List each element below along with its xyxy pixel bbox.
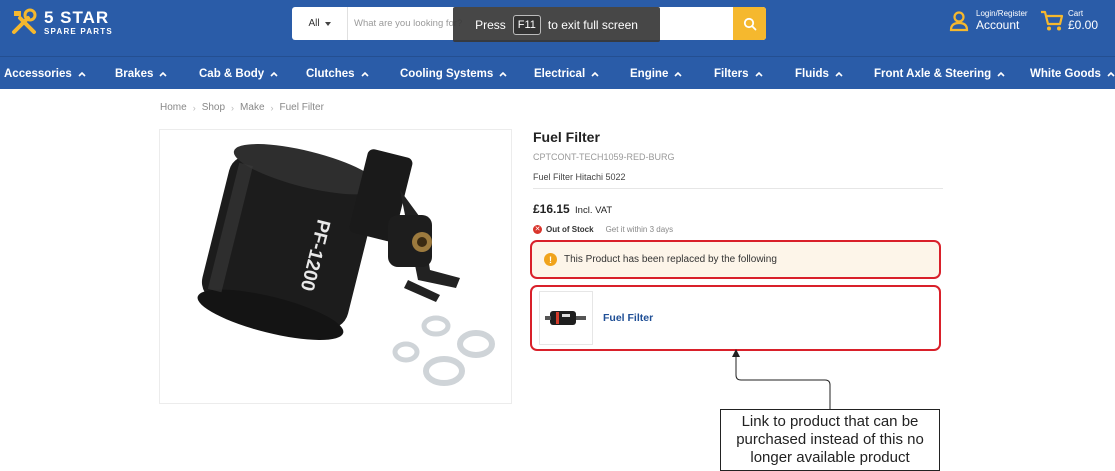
breadcrumb-current: Fuel Filter — [279, 102, 324, 113]
product-image[interactable]: PF-1200 — [159, 129, 512, 404]
chevron-up-icon — [270, 71, 278, 77]
chevron-up-icon — [835, 71, 843, 77]
nav-item-electrical[interactable]: Electrical — [534, 57, 599, 90]
caret-down-icon — [324, 21, 331, 26]
nav-item-label: Front Axle & Steering — [874, 67, 992, 80]
top-bar: 5 STAR SPARE PARTS All Press F11 to exit… — [0, 0, 1115, 56]
delivery-eta: Get it within 3 days — [605, 225, 674, 234]
chevron-up-icon — [997, 71, 1005, 77]
annotation-callout: Link to product that can be purchased in… — [720, 409, 940, 471]
chevron-up-icon — [159, 71, 167, 77]
breadcrumb-separator: › — [231, 102, 235, 113]
breadcrumb: Home › Shop › Make › Fuel Filter — [160, 102, 324, 113]
replacement-notice-text: This Product has been replaced by the fo… — [564, 254, 777, 265]
replacement-notice: ! This Product has been replaced by the … — [530, 240, 941, 279]
nav-item-front-axle-steering[interactable]: Front Axle & Steering — [874, 57, 1005, 90]
fullscreen-notice-after: to exit full screen — [547, 17, 638, 32]
annotation-line: purchased instead of this no — [736, 431, 924, 448]
search-category-select[interactable]: All — [292, 7, 348, 40]
nav-item-brakes[interactable]: Brakes — [115, 57, 167, 90]
chevron-up-icon — [78, 71, 86, 77]
fullscreen-notice: Press F11 to exit full screen — [453, 7, 660, 42]
product-price: £16.15 Incl. VAT — [533, 202, 612, 216]
info-icon: ! — [544, 253, 557, 266]
stock-status-text: Out of Stock — [546, 225, 594, 234]
wrench-tools-icon — [12, 8, 37, 34]
cart-total: £0.00 — [1068, 17, 1099, 32]
nav-item-label: Brakes — [115, 67, 154, 80]
nav-item-accessories[interactable]: Accessories — [4, 57, 86, 90]
annotation-line: Link to product that can be — [741, 413, 919, 430]
product-title: Fuel Filter — [533, 129, 600, 145]
logo-title: 5 STAR — [44, 7, 110, 27]
nav-item-label: Filters — [714, 67, 749, 80]
price-vat-label: Incl. VAT — [575, 205, 613, 216]
breadcrumb-separator: › — [270, 102, 274, 113]
chevron-up-icon — [499, 71, 507, 77]
nav-item-cab-body[interactable]: Cab & Body — [199, 57, 278, 90]
breadcrumb-home[interactable]: Home — [160, 102, 187, 113]
nav-item-clutches[interactable]: Clutches — [306, 57, 369, 90]
replacement-product-card[interactable]: Fuel Filter — [530, 285, 941, 351]
stock-status: ✕ Out of Stock Get it within 3 days — [533, 225, 673, 234]
nav-item-label: Engine — [630, 67, 669, 80]
price-value: £16.15 — [533, 202, 570, 216]
nav-item-label: Clutches — [306, 67, 355, 80]
nav-item-label: Electrical — [534, 67, 586, 80]
fullscreen-key: F11 — [512, 14, 541, 35]
nav-item-label: White Goods — [1030, 67, 1101, 80]
out-of-stock-icon: ✕ — [533, 225, 542, 234]
account-label: Account — [976, 17, 1020, 32]
nav-item-filters[interactable]: Filters — [714, 57, 763, 90]
nav-item-label: Accessories — [4, 67, 72, 80]
chevron-up-icon — [591, 71, 599, 77]
nav-item-label: Cooling Systems — [400, 67, 494, 80]
account-link[interactable]: Login/Register Account — [948, 9, 1028, 32]
nav-item-label: Cab & Body — [199, 67, 265, 80]
breadcrumb-separator: › — [192, 102, 196, 113]
fullscreen-notice-before: Press — [475, 17, 506, 32]
divider — [533, 188, 943, 189]
nav-item-engine[interactable]: Engine — [630, 57, 682, 90]
chevron-up-icon — [754, 71, 763, 77]
search-category-value: All — [308, 18, 320, 29]
replacement-thumbnail[interactable] — [539, 291, 593, 345]
product-description: Fuel Filter Hitachi 5022 — [533, 172, 626, 182]
search-button[interactable] — [733, 7, 766, 40]
chevron-up-icon — [1107, 71, 1115, 77]
breadcrumb-shop[interactable]: Shop — [202, 102, 225, 113]
search-icon — [743, 17, 756, 30]
chevron-up-icon — [361, 71, 369, 77]
nav-item-white-goods[interactable]: White Goods — [1030, 57, 1115, 90]
fuel-filter-image: PF-1200 — [197, 144, 495, 386]
nav-item-cooling-systems[interactable]: Cooling Systems — [400, 57, 507, 90]
chevron-up-icon — [674, 71, 682, 77]
site-logo[interactable]: 5 STAR SPARE PARTS — [10, 8, 113, 36]
nav-item-fluids[interactable]: Fluids — [795, 57, 843, 90]
user-icon — [949, 11, 969, 32]
cart-link[interactable]: Cart £0.00 — [1040, 9, 1099, 32]
fuel-filter-thumbnail-icon — [545, 311, 586, 325]
breadcrumb-make[interactable]: Make — [240, 102, 264, 113]
annotation-line: longer available product — [750, 449, 910, 466]
nav-item-label: Fluids — [795, 67, 829, 80]
product-sku: CPTCONT-TECH1059-RED-BURG — [533, 152, 675, 162]
logo-subtitle: SPARE PARTS — [44, 26, 113, 36]
category-nav: Accessories Brakes Cab & Body Clutches C… — [0, 56, 1115, 89]
replacement-product-link[interactable]: Fuel Filter — [603, 312, 653, 324]
cart-icon — [1041, 10, 1064, 31]
